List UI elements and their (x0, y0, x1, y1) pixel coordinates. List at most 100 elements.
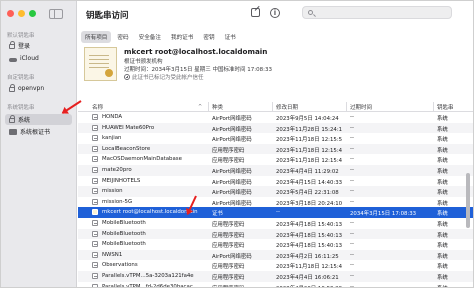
column-header-name[interactable]: 名称 (92, 103, 103, 111)
item-kind: AirPort网络密码 (212, 200, 252, 207)
table-row-selected[interactable]: mkcert root@localhost.localdomain 证书 -- 203… (78, 207, 473, 218)
table-row[interactable]: HUAWEI Mate60Pro AirPort网络密码 2023年11月28日 1… (78, 122, 473, 134)
column-header-kind[interactable]: 种类 (212, 103, 223, 111)
item-modified: 2023年11月18日 12:15:46 (276, 147, 342, 154)
sidebar-item-login[interactable]: 登录 (5, 40, 72, 51)
item-name: Observations (102, 262, 138, 269)
certificate-icon (84, 47, 117, 81)
folder-icon (9, 128, 17, 135)
sidebar-section-default: 默认钥匙串 (7, 33, 35, 39)
table-row[interactable]: mission-5G AirPort网络密码 2023年3月18日 20:24:10… (78, 197, 473, 208)
table-row[interactable]: mate20pro AirPort网络密码 2023年4月4日 11:29:02 --… (78, 164, 473, 176)
info-icon[interactable]: i (270, 8, 280, 18)
item-kind: 应用程序密码 (212, 147, 245, 154)
password-icon (92, 177, 98, 184)
minimize-button[interactable] (18, 10, 25, 17)
table-row[interactable]: Parallels.vTPM...5a-3203a121fa4e 应用程序密码 20… (78, 270, 473, 282)
item-kind: 应用程序密码 (212, 264, 245, 271)
item-expires: -- (350, 198, 354, 205)
cloud-icon (9, 57, 17, 62)
password-icon (92, 219, 98, 226)
item-expires: -- (350, 124, 354, 131)
table-row[interactable]: Observations 应用程序密码 2023年11月18日 12:15:46 --… (78, 260, 473, 271)
plus-circle-icon (124, 74, 130, 80)
table-row[interactable]: LocalBeaconStore 应用程序密码 2023年11月18日 12:15:… (78, 143, 473, 155)
tab-keys[interactable]: 密钥 (199, 31, 218, 43)
item-name: MacOSDaemonMainDatabase (102, 156, 182, 163)
item-expires: -- (350, 251, 354, 258)
edit-icon[interactable] (251, 8, 260, 17)
tab-all-items[interactable]: 所有项目 (81, 31, 112, 43)
item-name: MobileBluetooth (102, 219, 146, 226)
sidebar-item-openvpn[interactable]: openvpn (5, 83, 72, 94)
table-row[interactable]: Parallels.vTPM...fd-2d6de30bacac 应用程序密码 20… (78, 282, 473, 288)
item-name: NWSN1 (102, 251, 123, 258)
table-row[interactable]: MEIJINHOTELS AirPort网络密码 2023年4月15日 14:40:… (78, 176, 473, 187)
item-kind: 应用程序密码 (212, 158, 245, 165)
scrollbar-thumb[interactable] (466, 173, 470, 228)
table-scrollbar[interactable] (466, 113, 470, 287)
sidebar: 默认钥匙串 登录 iCloud 自定钥匙串 openvpn 系统钥匙串 系统 系… (1, 1, 77, 287)
item-keychain: 系统 (437, 126, 448, 133)
lock-icon (9, 41, 15, 49)
item-keychain: 系统 (437, 137, 448, 144)
tab-certificates[interactable]: 证书 (221, 31, 240, 43)
item-name: MobileBluetooth (102, 230, 146, 237)
tab-my-certificates[interactable]: 我的证书 (167, 31, 197, 43)
item-expires: -- (350, 219, 354, 226)
password-icon (92, 166, 98, 173)
item-modified: 2023年5月4日 22:31:08 (276, 190, 339, 197)
item-kind: AirPort网络密码 (212, 190, 252, 197)
trust-status-label: 此证书已标记为受此帐户信任 (132, 75, 204, 81)
item-kind: 应用程序密码 (212, 221, 245, 228)
item-keychain: 系统 (437, 168, 448, 175)
sidebar-item-system-roots[interactable]: 系统根证书 (5, 126, 72, 137)
table-row[interactable]: MobileBluetooth 应用程序密码 2023年4月18日 15:40:13… (78, 218, 473, 229)
password-icon (92, 156, 98, 163)
item-name: HUAWEI Mate60Pro (102, 124, 155, 131)
sidebar-item-label: 系统 (18, 117, 31, 124)
zoom-button[interactable] (29, 10, 36, 17)
item-name: HONDA (102, 114, 123, 120)
password-icon (92, 124, 98, 131)
table-row[interactable]: NWSN1 AirPort网络密码 2023年4月2日 16:11:25 -- 系统 (78, 249, 473, 261)
item-expires: -- (350, 272, 354, 279)
item-keychain: 系统 (437, 253, 448, 260)
item-keychain: 系统 (437, 274, 448, 281)
item-keychain: 系统 (437, 284, 467, 288)
sidebar-toggle-icon[interactable] (49, 9, 63, 19)
password-icon (92, 272, 98, 279)
tab-secure-notes[interactable]: 安全备注 (135, 31, 165, 43)
table-row[interactable]: MobileBluetooth 应用程序密码 2023年4月18日 15:40:13… (78, 239, 473, 250)
item-name: mission (102, 188, 123, 195)
item-kind: AirPort网络密码 (212, 168, 252, 175)
search-input[interactable] (302, 6, 452, 19)
table-row[interactable]: kanjian AirPort网络密码 2023年11月18日 12:15:56 --… (78, 133, 473, 144)
sidebar-item-icloud[interactable]: iCloud (5, 53, 72, 64)
column-header-modified[interactable]: 修改日期 (276, 103, 298, 111)
item-expires: -- (350, 283, 354, 288)
column-header-keychain[interactable]: 钥匙串 (437, 103, 454, 111)
sidebar-section-system: 系统钥匙串 (7, 105, 35, 111)
column-header-expires[interactable]: 过期时间 (350, 103, 372, 111)
tab-passwords[interactable]: 密码 (113, 31, 132, 43)
item-keychain: 系统 (437, 243, 448, 250)
item-modified: 2023年4月4日 16:06:21 (276, 274, 339, 281)
item-name: LocalBeaconStore (102, 145, 151, 152)
table-row[interactable]: MacOSDaemonMainDatabase 应用程序密码 2023年11月18日… (78, 154, 473, 165)
close-button[interactable] (7, 10, 14, 17)
sidebar-item-system[interactable]: 系统 (5, 114, 72, 125)
certificate-expiry: 过期时间：2034年3月15日 星期三 中国标准时间 17:08:33 (124, 67, 272, 73)
sidebar-item-label: 系统根证书 (20, 129, 51, 136)
table-row[interactable]: MobileBluetooth 应用程序密码 2023年4月18日 15:40:13… (78, 228, 473, 240)
item-expires: -- (350, 114, 354, 120)
item-expires: -- (350, 230, 354, 237)
item-modified: 2023年4月15日 14:40:33 (276, 179, 342, 186)
item-kind: AirPort网络密码 (212, 126, 252, 133)
table-row[interactable]: mission AirPort网络密码 2023年5月4日 22:31:08 -- 系统 (78, 186, 473, 197)
item-kind: 应用程序密码 (212, 243, 245, 250)
item-keychain: 系统 (437, 179, 448, 186)
item-modified: 2023年4月18日 15:40:13 (276, 232, 342, 239)
password-icon (92, 230, 98, 237)
table-row[interactable]: HONDA AirPort网络密码 2023年9月5日 14:04:24 -- 系统 (78, 112, 473, 123)
